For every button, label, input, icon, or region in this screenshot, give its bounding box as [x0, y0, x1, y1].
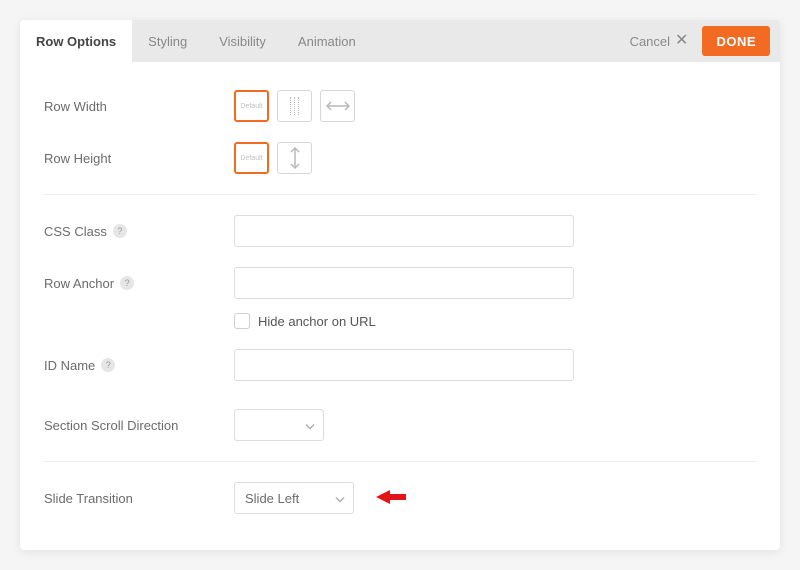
section-scroll-row: Section Scroll Direction	[44, 391, 756, 451]
tab-visibility[interactable]: Visibility	[203, 20, 282, 62]
cancel-label: Cancel	[630, 34, 670, 49]
row-anchor-input[interactable]	[234, 267, 574, 299]
chevron-down-icon	[305, 418, 315, 433]
section-scroll-label: Section Scroll Direction	[44, 418, 234, 433]
close-icon: ✕	[675, 33, 688, 49]
tab-styling[interactable]: Styling	[132, 20, 203, 62]
hide-anchor-row: Hide anchor on URL	[44, 309, 756, 339]
annotation-arrow-icon	[376, 489, 406, 508]
help-icon[interactable]: ?	[113, 224, 127, 238]
columns-icon	[290, 97, 300, 115]
row-width-option-contained[interactable]	[277, 90, 312, 122]
hide-anchor-checkbox[interactable]	[234, 313, 250, 329]
chevron-down-icon	[335, 491, 345, 506]
css-class-row: CSS Class ?	[44, 205, 756, 257]
cancel-button[interactable]: Cancel ✕	[620, 20, 699, 62]
slide-transition-label: Slide Transition	[44, 491, 234, 506]
horizontal-arrows-icon	[326, 100, 350, 112]
default-text-icon: Default	[240, 155, 262, 162]
row-anchor-row: Row Anchor ?	[44, 257, 756, 309]
slide-transition-row: Slide Transition Slide Left	[44, 472, 756, 524]
row-width-row: Row Width Default	[44, 80, 756, 132]
tab-bar: Row Options Styling Visibility Animation…	[20, 20, 780, 62]
row-height-label: Row Height	[44, 151, 234, 166]
done-button[interactable]: DONE	[702, 26, 770, 56]
css-class-input[interactable]	[234, 215, 574, 247]
css-class-text: CSS Class	[44, 224, 107, 239]
help-icon[interactable]: ?	[101, 358, 115, 372]
slide-transition-select[interactable]: Slide Left	[234, 482, 354, 514]
hide-anchor-label: Hide anchor on URL	[258, 314, 376, 329]
row-anchor-text: Row Anchor	[44, 276, 114, 291]
section-scroll-select[interactable]	[234, 409, 324, 441]
row-width-option-full[interactable]	[320, 90, 355, 122]
tab-animation[interactable]: Animation	[282, 20, 372, 62]
id-name-row: ID Name ?	[44, 339, 756, 391]
divider	[44, 461, 756, 462]
panel-body: Row Width Default Row Height	[20, 62, 780, 550]
row-height-option-default[interactable]: Default	[234, 142, 269, 174]
id-name-input[interactable]	[234, 349, 574, 381]
row-options-panel: Row Options Styling Visibility Animation…	[20, 20, 780, 550]
row-width-label: Row Width	[44, 99, 234, 114]
vertical-arrows-icon	[289, 147, 301, 169]
css-class-label: CSS Class ?	[44, 224, 234, 239]
row-height-option-full[interactable]	[277, 142, 312, 174]
tab-row-options[interactable]: Row Options	[20, 20, 132, 62]
id-name-label: ID Name ?	[44, 358, 234, 373]
divider	[44, 194, 756, 195]
default-text-icon: Default	[240, 103, 262, 110]
id-name-text: ID Name	[44, 358, 95, 373]
slide-transition-value: Slide Left	[245, 491, 299, 506]
row-width-option-default[interactable]: Default	[234, 90, 269, 122]
help-icon[interactable]: ?	[120, 276, 134, 290]
row-anchor-label: Row Anchor ?	[44, 276, 234, 291]
row-height-row: Row Height Default	[44, 132, 756, 184]
